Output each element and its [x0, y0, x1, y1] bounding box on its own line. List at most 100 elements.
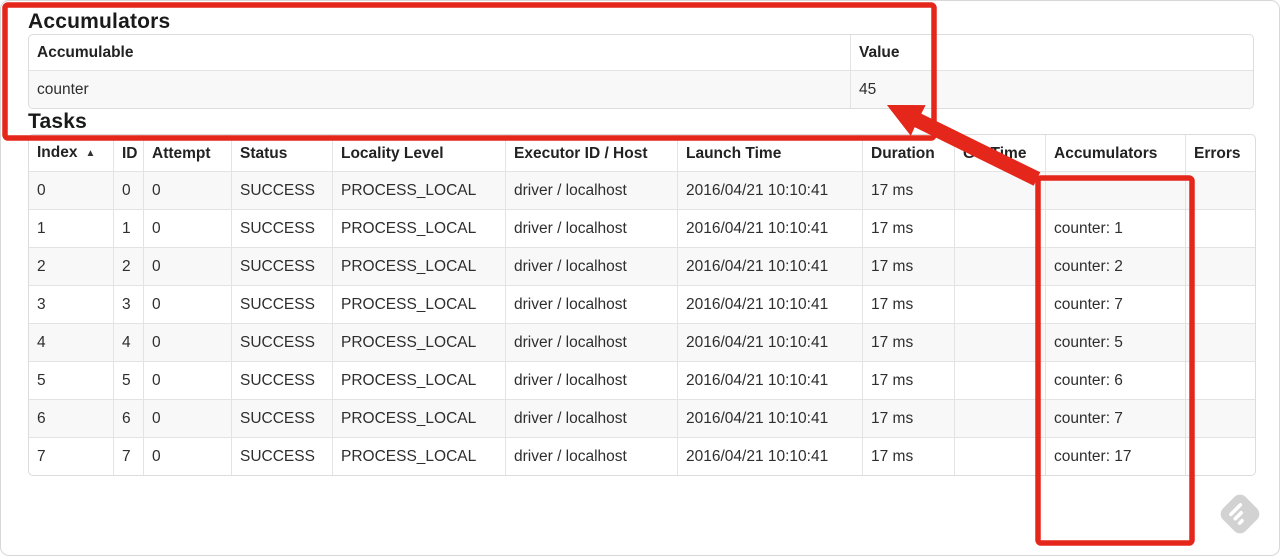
accumulators-section-title: Accumulators: [28, 10, 171, 33]
cell-status: SUCCESS: [231, 171, 332, 209]
cell-index: 0: [29, 171, 113, 209]
cell-attempt: 0: [143, 209, 231, 247]
cell-errors: [1185, 247, 1255, 285]
cell-accumulators: counter: 17: [1045, 437, 1185, 475]
cell-launch-time: 2016/04/21 10:10:41: [677, 323, 862, 361]
cell-attempt: 0: [143, 171, 231, 209]
cell-executor-id-host: driver / localhost: [505, 437, 677, 475]
cell-status: SUCCESS: [231, 209, 332, 247]
cell-launch-time: 2016/04/21 10:10:41: [677, 171, 862, 209]
cell-gc-time: [954, 323, 1045, 361]
spark-stage-page: Accumulators Accumulable Value counter 4…: [0, 0, 1280, 556]
col-header-index-label: Index: [37, 144, 78, 161]
col-header-locality-level[interactable]: Locality Level: [332, 135, 505, 171]
cell-id: 0: [113, 171, 143, 209]
cell-id: 7: [113, 437, 143, 475]
cell-accumulators: counter: 7: [1045, 399, 1185, 437]
cell-locality-level: PROCESS_LOCAL: [332, 247, 505, 285]
cell-launch-time: 2016/04/21 10:10:41: [677, 247, 862, 285]
cell-launch-time: 2016/04/21 10:10:41: [677, 285, 862, 323]
cell-gc-time: [954, 209, 1045, 247]
cell-attempt: 0: [143, 437, 231, 475]
task-row: 0 0 0 SUCCESS PROCESS_LOCAL driver / loc…: [29, 171, 1255, 209]
cell-duration: 17 ms: [862, 399, 954, 437]
col-header-id[interactable]: ID: [113, 135, 143, 171]
cell-errors: [1185, 209, 1255, 247]
cell-id: 2: [113, 247, 143, 285]
cell-accumulators: counter: 1: [1045, 209, 1185, 247]
cell-status: SUCCESS: [231, 285, 332, 323]
watermark-icon: [1220, 494, 1260, 534]
accumulators-table: Accumulable Value counter 45: [28, 34, 1254, 109]
cell-id: 5: [113, 361, 143, 399]
cell-executor-id-host: driver / localhost: [505, 247, 677, 285]
cell-errors: [1185, 171, 1255, 209]
cell-index: 1: [29, 209, 113, 247]
col-header-accumulators[interactable]: Accumulators: [1045, 135, 1185, 171]
cell-errors: [1185, 437, 1255, 475]
cell-executor-id-host: driver / localhost: [505, 285, 677, 323]
cell-accumulable-value: 45: [850, 70, 1253, 108]
cell-locality-level: PROCESS_LOCAL: [332, 171, 505, 209]
cell-id: 6: [113, 399, 143, 437]
sort-ascending-icon: ▲: [85, 148, 96, 159]
tasks-header-row: Index ▲ ID Attempt Status Locality Level …: [29, 135, 1255, 171]
tasks-table: Index ▲ ID Attempt Status Locality Level …: [28, 134, 1256, 476]
cell-duration: 17 ms: [862, 323, 954, 361]
cell-index: 3: [29, 285, 113, 323]
col-header-launch-time[interactable]: Launch Time: [677, 135, 862, 171]
cell-accumulators: [1045, 171, 1185, 209]
col-header-index[interactable]: Index ▲: [29, 135, 113, 171]
cell-gc-time: [954, 399, 1045, 437]
cell-status: SUCCESS: [231, 437, 332, 475]
cell-attempt: 0: [143, 323, 231, 361]
cell-accumulators: counter: 2: [1045, 247, 1185, 285]
task-row: 1 1 0 SUCCESS PROCESS_LOCAL driver / loc…: [29, 209, 1255, 247]
col-header-duration[interactable]: Duration: [862, 135, 954, 171]
cell-status: SUCCESS: [231, 361, 332, 399]
cell-duration: 17 ms: [862, 437, 954, 475]
task-row: 6 6 0 SUCCESS PROCESS_LOCAL driver / loc…: [29, 399, 1255, 437]
task-row: 2 2 0 SUCCESS PROCESS_LOCAL driver / loc…: [29, 247, 1255, 285]
accumulators-header-row: Accumulable Value: [29, 35, 1253, 70]
task-row: 7 7 0 SUCCESS PROCESS_LOCAL driver / loc…: [29, 437, 1255, 475]
col-header-value[interactable]: Value: [850, 35, 1253, 70]
cell-duration: 17 ms: [862, 247, 954, 285]
cell-executor-id-host: driver / localhost: [505, 361, 677, 399]
cell-executor-id-host: driver / localhost: [505, 323, 677, 361]
cell-index: 6: [29, 399, 113, 437]
cell-gc-time: [954, 285, 1045, 323]
col-header-gc-time[interactable]: GC Time: [954, 135, 1045, 171]
cell-locality-level: PROCESS_LOCAL: [332, 361, 505, 399]
col-header-executor-id-host[interactable]: Executor ID / Host: [505, 135, 677, 171]
cell-errors: [1185, 361, 1255, 399]
task-row: 3 3 0 SUCCESS PROCESS_LOCAL driver / loc…: [29, 285, 1255, 323]
cell-accumulable-name: counter: [29, 70, 850, 108]
cell-duration: 17 ms: [862, 361, 954, 399]
cell-index: 5: [29, 361, 113, 399]
cell-locality-level: PROCESS_LOCAL: [332, 323, 505, 361]
cell-status: SUCCESS: [231, 399, 332, 437]
cell-locality-level: PROCESS_LOCAL: [332, 399, 505, 437]
cell-index: 2: [29, 247, 113, 285]
col-header-attempt[interactable]: Attempt: [143, 135, 231, 171]
task-row: 5 5 0 SUCCESS PROCESS_LOCAL driver / loc…: [29, 361, 1255, 399]
cell-attempt: 0: [143, 361, 231, 399]
col-header-errors[interactable]: Errors: [1185, 135, 1255, 171]
cell-duration: 17 ms: [862, 285, 954, 323]
cell-index: 4: [29, 323, 113, 361]
col-header-status[interactable]: Status: [231, 135, 332, 171]
cell-gc-time: [954, 361, 1045, 399]
cell-status: SUCCESS: [231, 247, 332, 285]
cell-index: 7: [29, 437, 113, 475]
cell-errors: [1185, 285, 1255, 323]
col-header-accumulable[interactable]: Accumulable: [29, 35, 850, 70]
cell-gc-time: [954, 437, 1045, 475]
cell-attempt: 0: [143, 399, 231, 437]
cell-executor-id-host: driver / localhost: [505, 399, 677, 437]
cell-locality-level: PROCESS_LOCAL: [332, 285, 505, 323]
cell-gc-time: [954, 171, 1045, 209]
cell-accumulators: counter: 6: [1045, 361, 1185, 399]
cell-errors: [1185, 323, 1255, 361]
cell-accumulators: counter: 5: [1045, 323, 1185, 361]
